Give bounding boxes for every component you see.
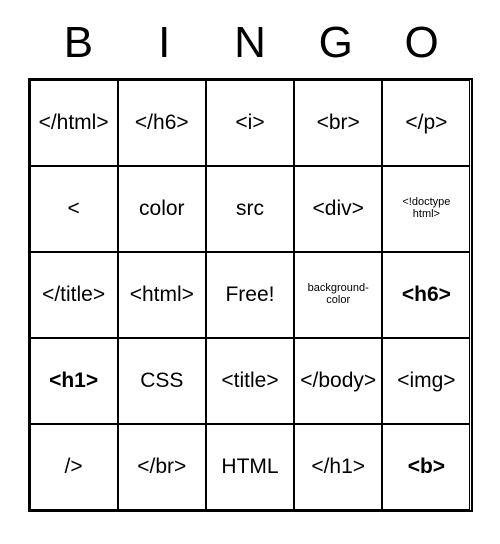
header-letter-i: I <box>121 18 207 68</box>
bingo-card: B I N G O </html> </h6> <i> <br> </p> < … <box>28 18 473 512</box>
bingo-cell-free[interactable]: Free! <box>206 252 294 338</box>
bingo-grid: </html> </h6> <i> <br> </p> < color src … <box>28 78 473 512</box>
bingo-cell[interactable]: background-color <box>294 252 382 338</box>
bingo-cell[interactable]: </html> <box>30 80 118 166</box>
bingo-cell[interactable]: </title> <box>30 252 118 338</box>
bingo-cell[interactable]: <i> <box>206 80 294 166</box>
bingo-cell[interactable]: color <box>118 166 206 252</box>
bingo-cell[interactable]: <br> <box>294 80 382 166</box>
bingo-cell[interactable]: <!doctype html> <box>382 166 470 252</box>
bingo-cell[interactable]: <html> <box>118 252 206 338</box>
bingo-cell[interactable]: /> <box>30 424 118 510</box>
bingo-header: B I N G O <box>28 18 473 68</box>
bingo-cell[interactable]: src <box>206 166 294 252</box>
bingo-cell[interactable]: HTML <box>206 424 294 510</box>
bingo-cell[interactable]: <div> <box>294 166 382 252</box>
header-letter-n: N <box>207 18 293 68</box>
bingo-cell[interactable]: </p> <box>382 80 470 166</box>
bingo-cell[interactable]: <h6> <box>382 252 470 338</box>
header-letter-o: O <box>379 18 465 68</box>
bingo-cell[interactable]: <h1> <box>30 338 118 424</box>
bingo-cell[interactable]: </br> <box>118 424 206 510</box>
bingo-cell[interactable]: CSS <box>118 338 206 424</box>
bingo-cell[interactable]: </h1> <box>294 424 382 510</box>
bingo-cell[interactable]: <title> <box>206 338 294 424</box>
header-letter-b: B <box>36 18 122 68</box>
bingo-cell[interactable]: </h6> <box>118 80 206 166</box>
bingo-cell[interactable]: <img> <box>382 338 470 424</box>
bingo-cell[interactable]: < <box>30 166 118 252</box>
bingo-cell[interactable]: <b> <box>382 424 470 510</box>
header-letter-g: G <box>293 18 379 68</box>
bingo-cell[interactable]: </body> <box>294 338 382 424</box>
